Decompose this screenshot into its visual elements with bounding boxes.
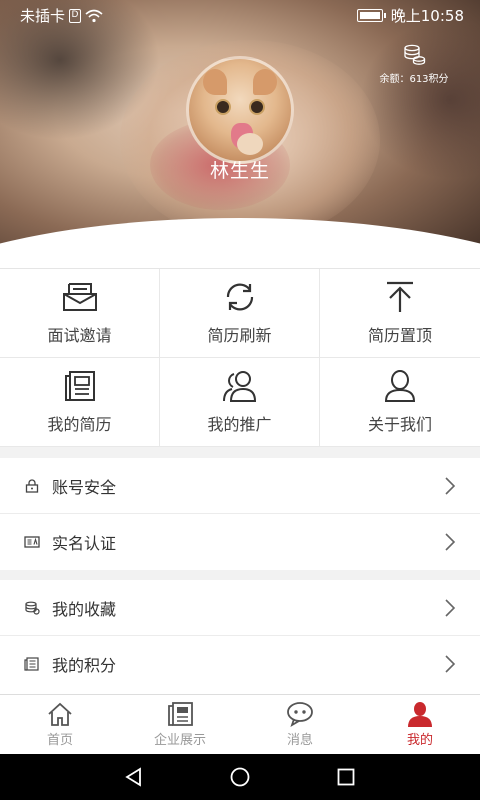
lock-icon xyxy=(25,478,39,493)
account-list: 我的收藏 我的积分 xyxy=(0,580,480,694)
users-icon xyxy=(222,371,256,402)
grid-item-my-promotion[interactable]: 我的推广 xyxy=(160,358,320,447)
list-item-real-name-verification[interactable]: 实名认证 xyxy=(0,514,480,570)
system-nav-bar xyxy=(0,754,480,800)
list-item-my-favorites[interactable]: 我的收藏 xyxy=(0,580,480,636)
tab-messages[interactable]: 消息 xyxy=(240,695,360,754)
tab-label: 我的 xyxy=(406,733,433,748)
pin-top-icon xyxy=(387,281,413,312)
header-curve xyxy=(0,218,480,268)
home-circle-icon[interactable] xyxy=(229,766,251,788)
carrier-text: 未插卡 xyxy=(20,7,66,25)
battery-icon xyxy=(356,9,386,22)
chevron-right-icon xyxy=(445,477,456,495)
chat-icon xyxy=(287,702,313,727)
list-item-account-security[interactable]: 账号安全 xyxy=(0,458,480,514)
status-bar: 未插卡 D 晚上10:58 xyxy=(0,0,480,28)
chevron-right-icon xyxy=(445,655,456,673)
book-icon xyxy=(168,702,193,726)
clock: 晚上10:58 xyxy=(390,7,464,25)
grid-item-label: 简历置顶 xyxy=(367,326,432,345)
avatar[interactable] xyxy=(186,56,294,164)
grid-item-resume-refresh[interactable]: 简历刷新 xyxy=(160,269,320,358)
bottom-tab-bar: 首页 企业展示 消息 我的 xyxy=(0,694,480,754)
list-item-label: 我的收藏 xyxy=(52,599,117,619)
points-icon xyxy=(24,657,39,671)
username: 林生生 xyxy=(209,160,270,182)
refresh-icon xyxy=(226,283,253,311)
tab-home[interactable]: 首页 xyxy=(0,695,120,754)
coins-icon xyxy=(404,44,426,65)
grid-item-label: 面试邀请 xyxy=(47,326,112,345)
resume-icon xyxy=(64,371,95,401)
coins-icon xyxy=(25,601,40,615)
grid-item-about-us[interactable]: 关于我们 xyxy=(320,358,480,447)
home-icon xyxy=(48,702,72,726)
settings-list: 账号安全 实名认证 xyxy=(0,458,480,570)
tab-label: 消息 xyxy=(286,733,313,748)
list-item-label: 账号安全 xyxy=(52,477,117,497)
tab-label: 企业展示 xyxy=(153,733,206,748)
wifi-icon xyxy=(85,9,103,22)
list-item-label: 实名认证 xyxy=(52,534,117,553)
profile-header: 未插卡 D 晚上10:58 余额：613积分 林生生 xyxy=(0,0,480,268)
tab-company-showcase[interactable]: 企业展示 xyxy=(120,695,240,754)
list-item-my-points[interactable]: 我的积分 xyxy=(0,636,480,692)
sim-icon: D xyxy=(69,8,82,23)
chevron-right-icon xyxy=(445,599,456,617)
id-card-icon xyxy=(24,536,40,548)
chevron-right-icon xyxy=(445,533,456,551)
grid-item-label: 简历刷新 xyxy=(207,326,272,345)
tab-label: 首页 xyxy=(46,733,73,748)
person-icon xyxy=(408,702,432,727)
feature-grid: 面试邀请 简历刷新 简历置顶 我的简历 我的推广 关于我们 xyxy=(0,268,480,447)
grid-item-interview-invite[interactable]: 面试邀请 xyxy=(0,269,160,358)
user-icon xyxy=(384,370,416,402)
recents-icon[interactable] xyxy=(335,766,357,788)
balance-text: 余额：613积分 xyxy=(379,74,449,85)
back-icon[interactable] xyxy=(123,766,145,788)
grid-item-label: 关于我们 xyxy=(367,415,432,434)
list-item-label: 我的积分 xyxy=(52,656,117,675)
grid-item-label: 我的简历 xyxy=(47,415,112,434)
balance-widget[interactable]: 余额：613积分 xyxy=(374,44,454,85)
grid-item-resume-pin[interactable]: 简历置顶 xyxy=(320,269,480,358)
grid-item-label: 我的推广 xyxy=(207,415,272,434)
grid-item-my-resume[interactable]: 我的简历 xyxy=(0,358,160,447)
tab-mine[interactable]: 我的 xyxy=(360,695,480,754)
inbox-icon xyxy=(62,283,97,311)
